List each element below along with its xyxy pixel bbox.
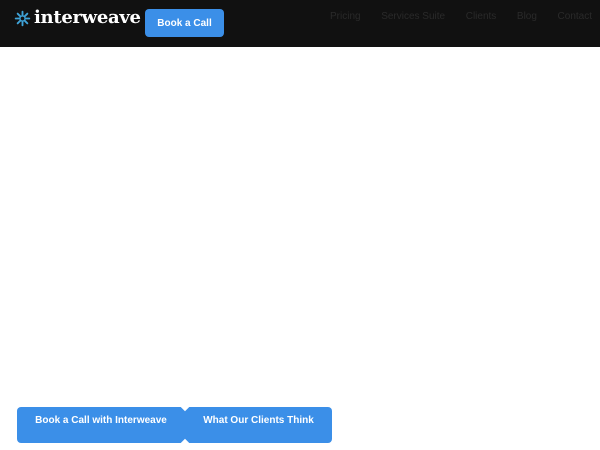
nav-item-services-suite[interactable]: Services Suite [381,10,445,24]
site-header: interweave Book a Call Pricing Services … [0,0,600,47]
book-call-with-interweave-button[interactable]: Book a Call with Interweave [17,407,185,443]
nav-item-pricing[interactable]: Pricing [330,10,361,24]
logo[interactable]: interweave [14,6,141,30]
logo-text: interweave [34,7,141,28]
nav-item-contact[interactable]: Contact [558,10,592,24]
nav-item-clients[interactable]: Clients [466,10,497,24]
book-call-button[interactable]: Book a Call [145,9,224,37]
what-our-clients-think-button[interactable]: What Our Clients Think [185,407,332,443]
snowflake-knot-icon [14,10,31,26]
nav-item-blog[interactable]: Blog [517,10,537,24]
main-nav: Pricing Services Suite Clients Blog Cont… [330,10,592,24]
